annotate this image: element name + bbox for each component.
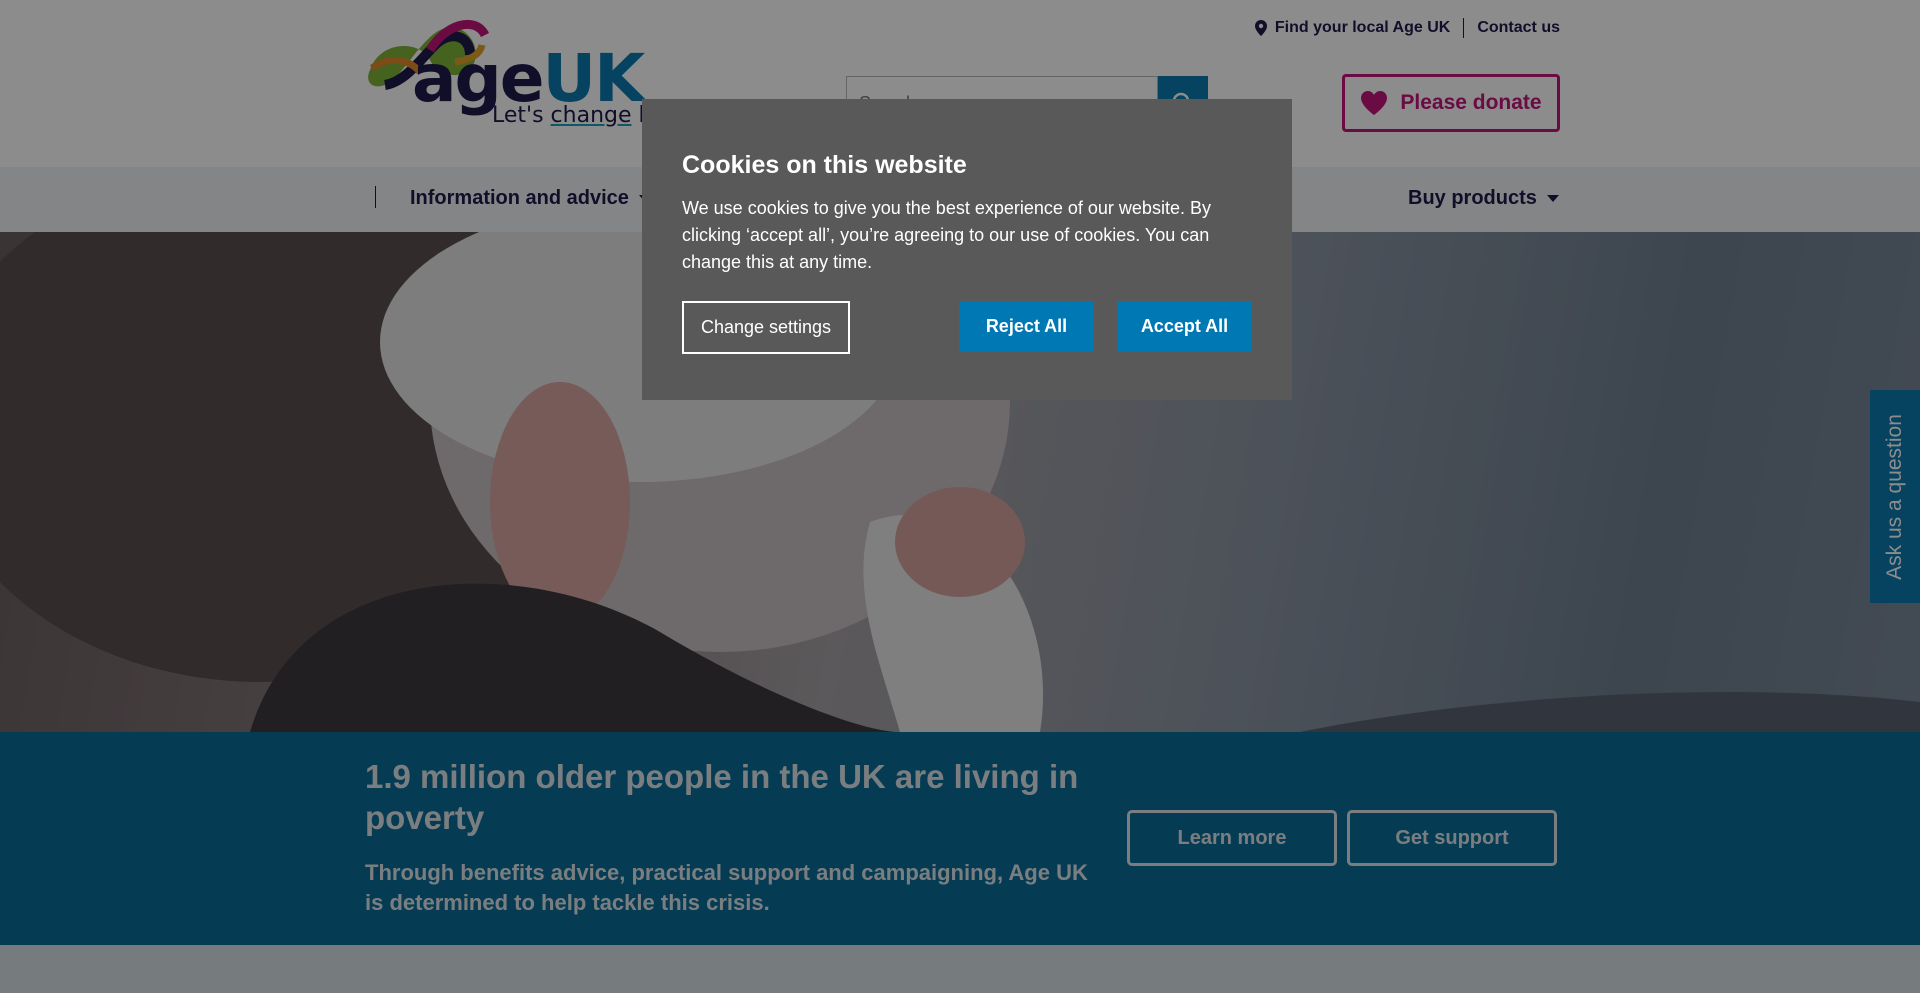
cookie-description: We use cookies to give you the best expe… (682, 198, 1211, 272)
cookie-consent-dialog: Cookies on this website We use cookies t… (642, 99, 1292, 400)
reject-all-button[interactable]: Reject All (959, 301, 1094, 352)
cookie-title: Cookies on this website (682, 151, 967, 179)
accept-all-button[interactable]: Accept All (1117, 301, 1252, 352)
change-settings-button[interactable]: Change settings (682, 301, 850, 354)
